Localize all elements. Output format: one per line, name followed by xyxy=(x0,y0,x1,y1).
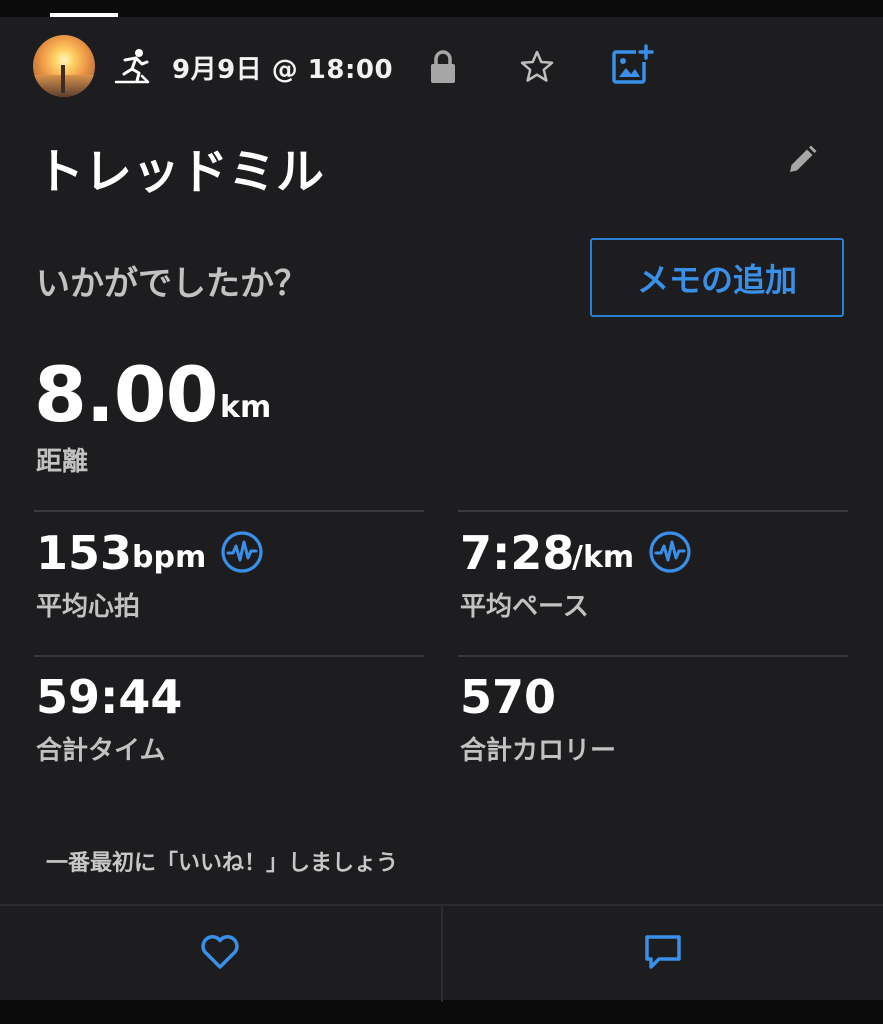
avg-heart-rate-unit: bpm xyxy=(132,540,207,575)
heart-icon xyxy=(199,933,241,975)
divider xyxy=(34,510,424,512)
comment-icon xyxy=(643,932,683,976)
lock-icon[interactable] xyxy=(426,48,460,86)
avg-pace-value: 7:28 xyxy=(460,526,575,580)
comment-button[interactable] xyxy=(443,906,883,1002)
avg-pace-unit: /km xyxy=(572,540,635,575)
activity-datetime: 9月9日 @ 18:00 xyxy=(172,55,394,85)
add-memo-button[interactable]: メモの追加 xyxy=(590,238,844,317)
divider xyxy=(34,655,424,657)
divider xyxy=(458,655,848,657)
pencil-icon[interactable] xyxy=(782,140,822,180)
social-action-bar xyxy=(0,904,883,1002)
star-icon[interactable] xyxy=(518,48,556,86)
total-calories-label: 合計カロリー xyxy=(460,736,617,766)
like-button[interactable] xyxy=(0,906,441,1002)
divider xyxy=(458,510,848,512)
distance-value: 8.00 xyxy=(34,350,219,439)
feedback-question: いかがでしたか？ xyxy=(36,264,308,304)
avatar[interactable] xyxy=(33,35,95,97)
distance-unit: km xyxy=(220,390,272,425)
avg-heart-rate-label: 平均心拍 xyxy=(36,592,141,622)
heart-rate-chart-icon[interactable] xyxy=(220,530,264,574)
total-calories-value: 570 xyxy=(460,670,557,724)
add-photo-icon[interactable] xyxy=(610,44,654,86)
total-time-value: 59:44 xyxy=(36,670,183,724)
activity-title: トレッドミル xyxy=(36,144,325,200)
avg-heart-rate-value: 153 xyxy=(36,526,133,580)
like-prompt: 一番最初に「いいね！」しましょう xyxy=(46,851,399,876)
treadmill-runner-icon xyxy=(112,46,152,86)
pace-chart-icon[interactable] xyxy=(648,530,692,574)
distance-label: 距離 xyxy=(36,447,89,477)
avg-pace-label: 平均ペース xyxy=(460,592,589,622)
total-time-label: 合計タイム xyxy=(36,736,166,766)
